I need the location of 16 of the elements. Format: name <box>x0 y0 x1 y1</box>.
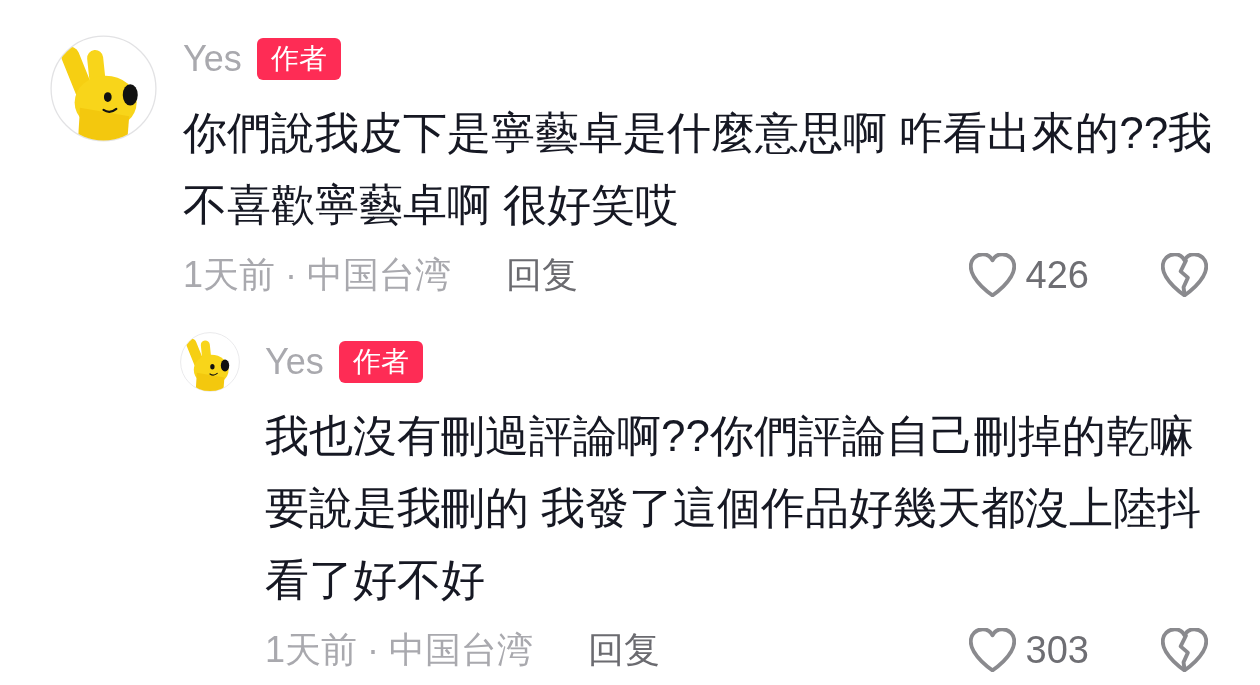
reply-button[interactable]: 回复 <box>588 625 660 675</box>
heart-icon[interactable] <box>968 253 1016 297</box>
comment-text: 你們說我皮下是寧藝卓是什麼意思啊 咋看出來的??我不喜歡寧藝卓啊 很好笑哎 <box>183 107 1214 231</box>
broken-heart-icon[interactable] <box>1161 628 1208 672</box>
mascot-avatar[interactable] <box>50 35 157 142</box>
like-button[interactable]: 303 <box>968 628 1089 672</box>
reply-button[interactable]: 回复 <box>506 250 578 300</box>
mascot-avatar[interactable] <box>180 332 240 392</box>
heart-icon[interactable] <box>968 628 1016 672</box>
comment-text: 我也沒有刪過評論啊??你們評論自己刪掉的乾嘛要說是我刪的 我發了這個作品好幾天都沒上陸抖看了好不好 <box>265 410 1203 606</box>
comment-time-location: 1天前 · 中国台湾 <box>183 252 451 297</box>
broken-heart-icon[interactable] <box>1161 253 1208 297</box>
author-badge: 作者 <box>338 341 423 383</box>
comment-time-location: 1天前 · 中国台湾 <box>265 627 533 672</box>
like-button[interactable]: 426 <box>968 253 1089 297</box>
author-badge: 作者 <box>256 38 341 80</box>
